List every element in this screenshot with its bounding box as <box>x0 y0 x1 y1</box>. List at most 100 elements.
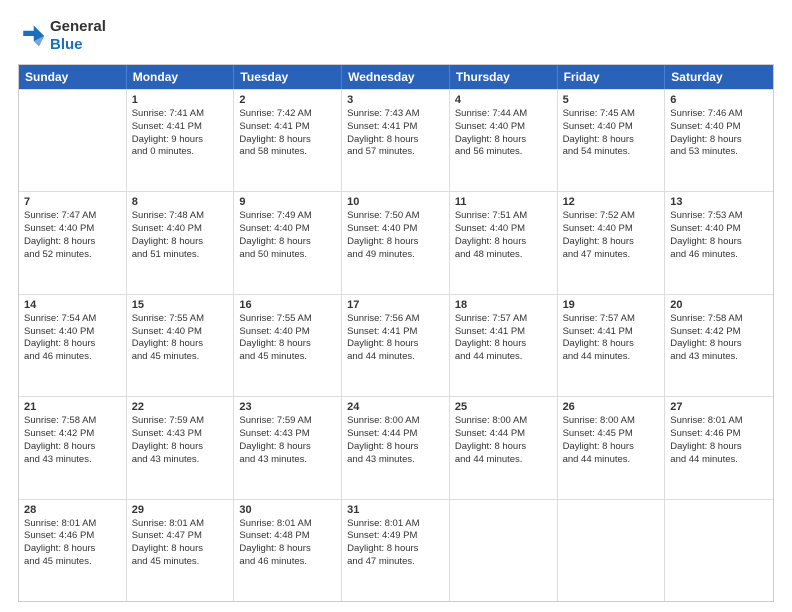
day-number: 22 <box>132 401 229 413</box>
calendar-cell-4-2: 30Sunrise: 8:01 AMSunset: 4:48 PMDayligh… <box>234 500 342 601</box>
cell-line: Daylight: 8 hours <box>347 236 444 249</box>
cell-line: Sunrise: 7:48 AM <box>132 210 229 223</box>
cell-line: Daylight: 8 hours <box>239 236 336 249</box>
day-number: 2 <box>239 94 336 106</box>
cell-line: Sunrise: 7:54 AM <box>24 313 121 326</box>
day-number: 14 <box>24 299 121 311</box>
calendar-body: 1Sunrise: 7:41 AMSunset: 4:41 PMDaylight… <box>19 89 773 601</box>
cell-line: and 56 minutes. <box>455 146 552 159</box>
calendar-row-3: 21Sunrise: 7:58 AMSunset: 4:42 PMDayligh… <box>19 396 773 498</box>
cell-line: Daylight: 8 hours <box>563 134 660 147</box>
cell-line: Sunset: 4:46 PM <box>24 530 121 543</box>
cell-line: Sunset: 4:44 PM <box>347 428 444 441</box>
cell-line: Sunset: 4:45 PM <box>563 428 660 441</box>
cell-line: Sunrise: 7:50 AM <box>347 210 444 223</box>
cell-line: and 57 minutes. <box>347 146 444 159</box>
calendar-cell-3-0: 21Sunrise: 7:58 AMSunset: 4:42 PMDayligh… <box>19 397 127 498</box>
cell-line: Sunrise: 7:46 AM <box>670 108 768 121</box>
cell-line: and 44 minutes. <box>670 454 768 467</box>
day-number: 21 <box>24 401 121 413</box>
cell-line: Sunset: 4:46 PM <box>670 428 768 441</box>
cell-line: Sunrise: 7:52 AM <box>563 210 660 223</box>
cell-line: Sunrise: 8:01 AM <box>670 415 768 428</box>
cell-line: Daylight: 8 hours <box>239 134 336 147</box>
cell-line: and 53 minutes. <box>670 146 768 159</box>
header: General Blue <box>18 18 774 54</box>
cell-line: Sunrise: 8:01 AM <box>347 518 444 531</box>
cell-line: Daylight: 8 hours <box>670 134 768 147</box>
weekday-header-thursday: Thursday <box>450 65 558 89</box>
cell-line: and 43 minutes. <box>670 351 768 364</box>
weekday-header-wednesday: Wednesday <box>342 65 450 89</box>
calendar-cell-1-3: 10 Sunrise: 7:50 AMSunset: 4:40 PMDayligh… <box>342 192 450 293</box>
day-number: 3 <box>347 94 444 106</box>
cell-line: Sunrise: 7:59 AM <box>239 415 336 428</box>
cell-line: Daylight: 8 hours <box>24 338 121 351</box>
day-number: 9 <box>239 196 336 208</box>
cell-line: Sunset: 4:40 PM <box>24 326 121 339</box>
calendar-cell-2-5: 19Sunrise: 7:57 AMSunset: 4:41 PMDayligh… <box>558 295 666 396</box>
cell-line: and 44 minutes. <box>455 454 552 467</box>
cell-line: Sunset: 4:40 PM <box>455 121 552 134</box>
calendar-cell-1-0: 7Sunrise: 7:47 AMSunset: 4:40 PMDaylight… <box>19 192 127 293</box>
cell-line: Daylight: 8 hours <box>455 338 552 351</box>
cell-line: Sunrise: 7:53 AM <box>670 210 768 223</box>
cell-line: Sunrise: 7:56 AM <box>347 313 444 326</box>
cell-line: and 44 minutes. <box>455 351 552 364</box>
cell-line: and 47 minutes. <box>347 556 444 569</box>
cell-line: and 44 minutes. <box>563 351 660 364</box>
cell-line: Sunset: 4:40 PM <box>563 121 660 134</box>
cell-line: and 0 minutes. <box>132 146 229 159</box>
calendar-cell-0-3: 3Sunrise: 7:43 AMSunset: 4:41 PMDaylight… <box>342 90 450 191</box>
calendar-cell-3-5: 26Sunrise: 8:00 AMSunset: 4:45 PMDayligh… <box>558 397 666 498</box>
calendar-cell-4-4 <box>450 500 558 601</box>
cell-line: and 43 minutes. <box>24 454 121 467</box>
day-number: 23 <box>239 401 336 413</box>
calendar-cell-3-4: 25Sunrise: 8:00 AMSunset: 4:44 PMDayligh… <box>450 397 558 498</box>
cell-line: Daylight: 8 hours <box>670 236 768 249</box>
cell-line: Daylight: 8 hours <box>132 338 229 351</box>
cell-line: and 46 minutes. <box>239 556 336 569</box>
cell-line: Sunset: 4:47 PM <box>132 530 229 543</box>
cell-line: Daylight: 8 hours <box>455 441 552 454</box>
cell-line: and 44 minutes. <box>563 454 660 467</box>
calendar-cell-2-4: 18Sunrise: 7:57 AMSunset: 4:41 PMDayligh… <box>450 295 558 396</box>
calendar-cell-4-0: 28Sunrise: 8:01 AMSunset: 4:46 PMDayligh… <box>19 500 127 601</box>
calendar-cell-2-6: 20Sunrise: 7:58 AMSunset: 4:42 PMDayligh… <box>665 295 773 396</box>
cell-line: Sunrise: 7:42 AM <box>239 108 336 121</box>
day-number: 13 <box>670 196 768 208</box>
day-number: 26 <box>563 401 660 413</box>
logo-text: General Blue <box>50 18 106 54</box>
calendar-cell-1-2: 9Sunrise: 7:49 AMSunset: 4:40 PMDaylight… <box>234 192 342 293</box>
calendar-cell-1-5: 12Sunrise: 7:52 AMSunset: 4:40 PMDayligh… <box>558 192 666 293</box>
page: General Blue SundayMondayTuesdayWednesda… <box>0 0 792 612</box>
cell-line: Daylight: 8 hours <box>347 338 444 351</box>
cell-line: Daylight: 8 hours <box>132 236 229 249</box>
cell-line: Sunrise: 8:01 AM <box>239 518 336 531</box>
calendar-cell-0-1: 1Sunrise: 7:41 AMSunset: 4:41 PMDaylight… <box>127 90 235 191</box>
calendar-row-4: 28Sunrise: 8:01 AMSunset: 4:46 PMDayligh… <box>19 499 773 601</box>
day-number: 10 <box>347 196 444 208</box>
day-number: 29 <box>132 504 229 516</box>
day-number: 4 <box>455 94 552 106</box>
day-number: 16 <box>239 299 336 311</box>
cell-line: Sunrise: 7:49 AM <box>239 210 336 223</box>
cell-line: Sunset: 4:40 PM <box>347 223 444 236</box>
day-number: 8 <box>132 196 229 208</box>
cell-line: Sunrise: 7:57 AM <box>455 313 552 326</box>
cell-line: Daylight: 8 hours <box>563 441 660 454</box>
cell-line: Sunrise: 7:47 AM <box>24 210 121 223</box>
cell-line: Sunrise: 7:59 AM <box>132 415 229 428</box>
cell-line: and 54 minutes. <box>563 146 660 159</box>
calendar-cell-2-2: 16Sunrise: 7:55 AMSunset: 4:40 PMDayligh… <box>234 295 342 396</box>
cell-line: and 49 minutes. <box>347 249 444 262</box>
cell-line: Sunrise: 8:00 AM <box>455 415 552 428</box>
calendar-cell-3-6: 27Sunrise: 8:01 AMSunset: 4:46 PMDayligh… <box>665 397 773 498</box>
day-number: 6 <box>670 94 768 106</box>
cell-line: Sunset: 4:40 PM <box>670 121 768 134</box>
cell-line: Daylight: 8 hours <box>347 441 444 454</box>
logo: General Blue <box>18 18 106 54</box>
calendar-header: SundayMondayTuesdayWednesdayThursdayFrid… <box>19 65 773 89</box>
weekday-header-saturday: Saturday <box>665 65 773 89</box>
cell-line: and 48 minutes. <box>455 249 552 262</box>
